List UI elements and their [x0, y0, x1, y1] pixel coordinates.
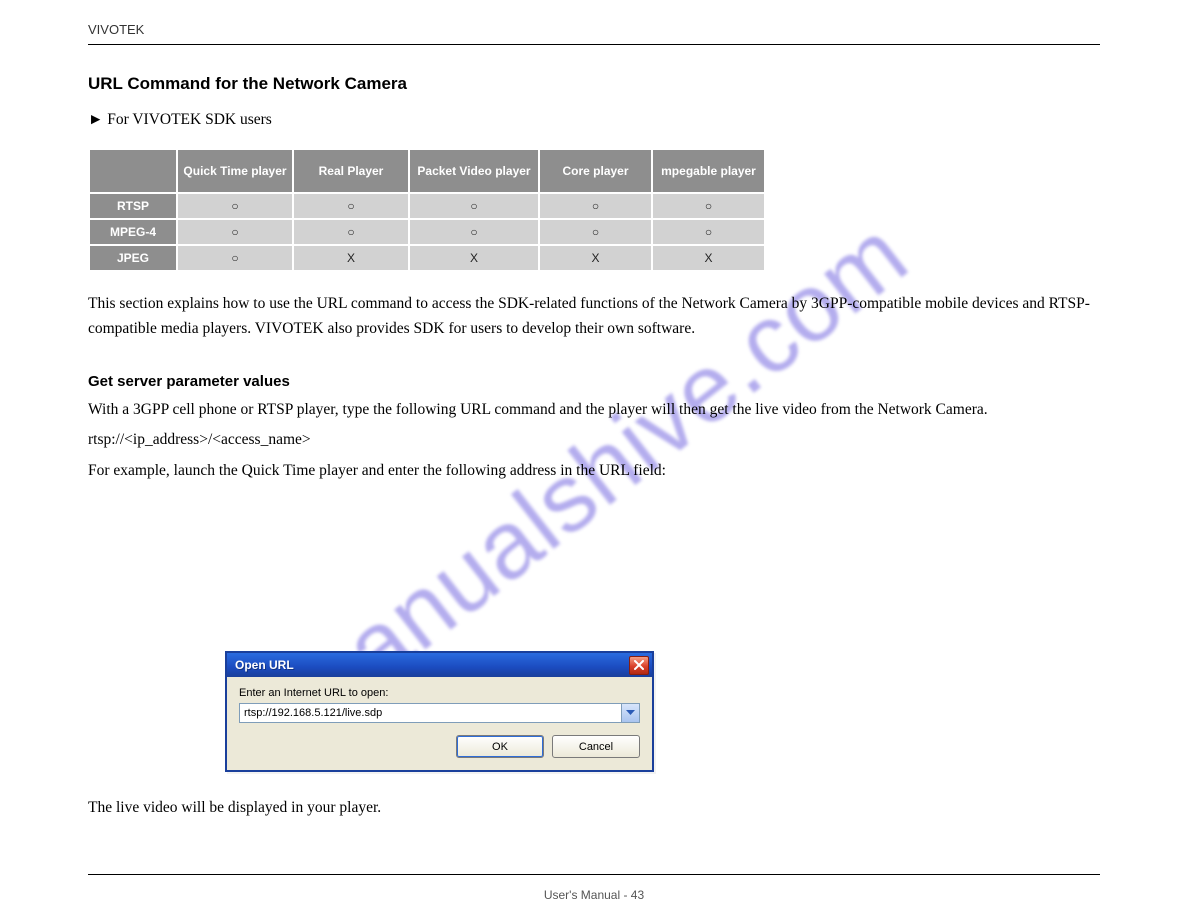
table-header: Real Player	[293, 149, 409, 193]
section-title: URL Command for the Network Camera	[88, 74, 407, 94]
table-header: Quick Time player	[177, 149, 293, 193]
dialog-button-row: OK Cancel	[239, 735, 640, 758]
url-combobox[interactable]: rtsp://192.168.5.121/live.sdp	[239, 703, 640, 723]
paragraph: With a 3GPP cell phone or RTSP player, t…	[88, 398, 1100, 423]
table-cell: ○	[177, 193, 293, 219]
table-cell: X	[539, 245, 652, 271]
url-template: rtsp://<ip_address>/<access_name>	[88, 428, 1100, 453]
player-support-table: Quick Time player Real Player Packet Vid…	[88, 148, 766, 272]
table-cell: ○	[409, 193, 539, 219]
table-row: RTSP ○ ○ ○ ○ ○	[89, 193, 765, 219]
bottom-rule	[88, 874, 1100, 875]
table-header: Core player	[539, 149, 652, 193]
table-header: Packet Video player	[409, 149, 539, 193]
table-cell: X	[409, 245, 539, 271]
table-cell: X	[652, 245, 765, 271]
paragraph: For example, launch the Quick Time playe…	[88, 459, 1100, 484]
dialog-body: Enter an Internet URL to open: rtsp://19…	[227, 677, 652, 770]
page-number: User's Manual - 43	[0, 888, 1188, 902]
dialog-label: Enter an Internet URL to open:	[239, 687, 640, 699]
body-text-block: This section explains how to use the URL…	[88, 292, 1100, 490]
table-cell: ○	[293, 219, 409, 245]
open-url-dialog: Open URL Enter an Internet URL to open: …	[225, 651, 654, 772]
ok-button[interactable]: OK	[456, 735, 544, 758]
sub-heading: Get server parameter values	[88, 370, 1100, 394]
table-row: MPEG-4 ○ ○ ○ ○ ○	[89, 219, 765, 245]
dialog-title: Open URL	[235, 658, 294, 672]
table-header: mpegable player	[652, 149, 765, 193]
row-head: JPEG	[89, 245, 177, 271]
table-cell: ○	[293, 193, 409, 219]
table-row: JPEG ○ X X X X	[89, 245, 765, 271]
table-cell: X	[293, 245, 409, 271]
after-dialog-text: The live video will be displayed in your…	[88, 796, 1100, 821]
dialog-titlebar[interactable]: Open URL	[227, 653, 652, 677]
table-cell: ○	[652, 219, 765, 245]
close-icon[interactable]	[629, 656, 649, 675]
table-header	[89, 149, 177, 193]
table-cell: ○	[539, 193, 652, 219]
running-head: VIVOTEK	[88, 22, 144, 37]
table-cell: ○	[177, 245, 293, 271]
cancel-button[interactable]: Cancel	[552, 735, 640, 758]
url-input-value[interactable]: rtsp://192.168.5.121/live.sdp	[240, 704, 621, 722]
table-header-row: Quick Time player Real Player Packet Vid…	[89, 149, 765, 193]
lead-note: ► For VIVOTEK SDK users	[88, 110, 1100, 131]
paragraph: This section explains how to use the URL…	[88, 292, 1100, 342]
top-rule	[88, 44, 1100, 45]
table-cell: ○	[539, 219, 652, 245]
table-cell: ○	[409, 219, 539, 245]
row-head: RTSP	[89, 193, 177, 219]
row-head: MPEG-4	[89, 219, 177, 245]
table-cell: ○	[652, 193, 765, 219]
table-cell: ○	[177, 219, 293, 245]
chevron-down-icon[interactable]	[621, 704, 639, 722]
